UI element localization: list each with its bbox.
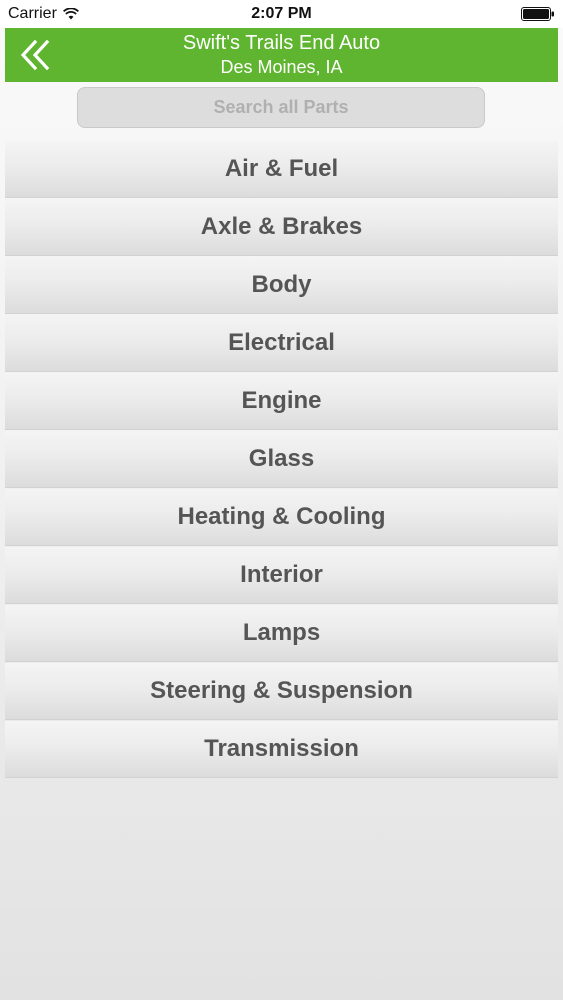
category-interior[interactable]: Interior	[5, 547, 558, 604]
store-name: Swift's Trails End Auto	[182, 32, 381, 54]
category-glass[interactable]: Glass	[5, 431, 558, 488]
category-body[interactable]: Body	[5, 257, 558, 314]
category-steering-suspension[interactable]: Steering & Suspension	[5, 663, 558, 720]
search-input[interactable]	[77, 87, 485, 128]
status-bar: Carrier 2:07 PM	[0, 0, 563, 28]
status-time: 2:07 PM	[251, 5, 312, 22]
category-engine[interactable]: Engine	[5, 373, 558, 430]
category-transmission[interactable]: Transmission	[5, 721, 558, 778]
category-heating-cooling[interactable]: Heating & Cooling	[5, 489, 558, 546]
store-location: Des Moines, IA	[220, 57, 343, 77]
category-list: Air & Fuel Axle & Brakes Body Electrical…	[5, 141, 558, 779]
category-electrical[interactable]: Electrical	[5, 315, 558, 372]
category-lamps[interactable]: Lamps	[5, 605, 558, 662]
category-axle-brakes[interactable]: Axle & Brakes	[5, 199, 558, 256]
battery-icon	[521, 7, 554, 21]
category-air-fuel[interactable]: Air & Fuel	[5, 141, 558, 198]
header-bar: Swift's Trails End Auto Des Moines, IA	[5, 28, 558, 82]
